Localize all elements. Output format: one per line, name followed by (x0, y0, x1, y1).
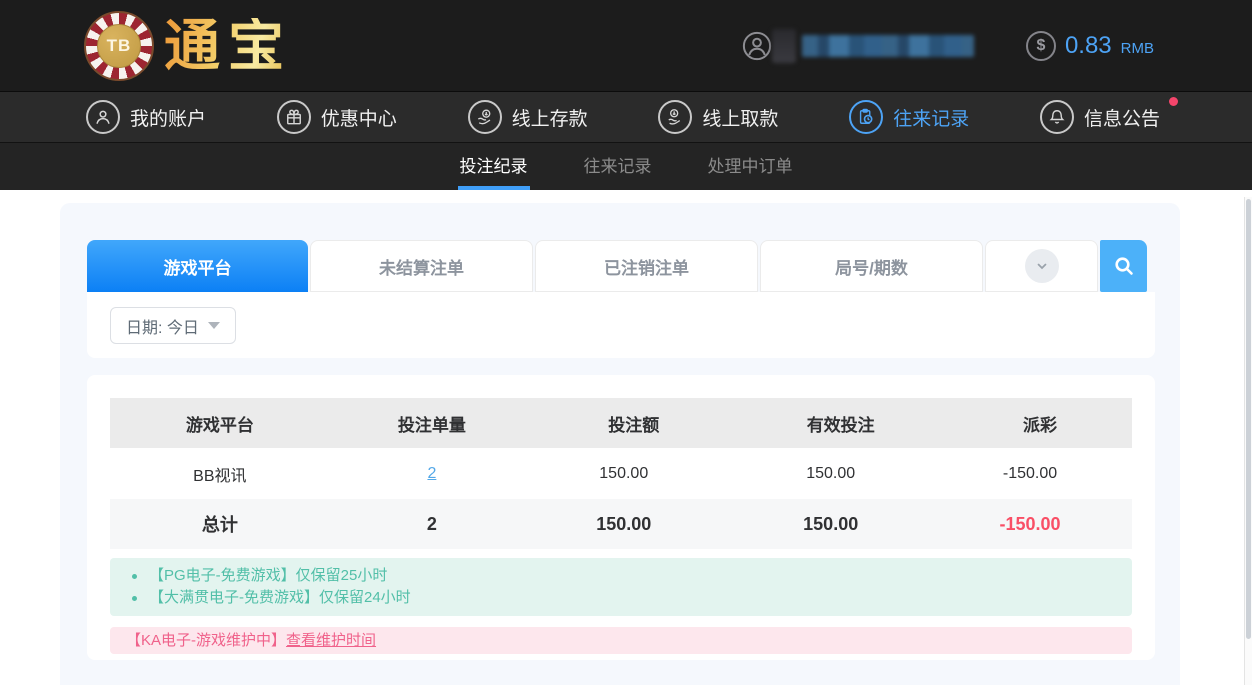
wallet-balance[interactable]: $ 0.83 RMB (1026, 31, 1154, 61)
brand-logo[interactable]: TB 通宝 (84, 11, 292, 81)
account-icon (86, 100, 120, 134)
cell-bet-amount: 150.00 (534, 448, 733, 499)
maintenance-notice-box: 【KA电子-游戏维护中】 查看维护时间 (110, 627, 1132, 654)
scrollbar-thumb[interactable] (1246, 199, 1251, 639)
search-icon (1112, 254, 1136, 278)
maintenance-text: 【KA电子-游戏维护中】 (126, 631, 286, 650)
username-redacted (802, 35, 974, 57)
maintenance-schedule-link[interactable]: 查看维护时间 (286, 631, 376, 650)
dollar-coin-icon: $ (1026, 31, 1056, 61)
bullet-icon (132, 596, 137, 601)
notice-text: 【PG电子-免费游戏】仅保留25小时 (149, 565, 387, 587)
col-header-bet-amount: 投注额 (534, 398, 733, 448)
total-label: 总计 (110, 499, 330, 549)
col-header-platform: 游戏平台 (110, 398, 330, 448)
tab-game-platform[interactable]: 游戏平台 (87, 240, 308, 292)
table-row: BB视讯 2 150.00 150.00 -150.00 (110, 448, 1132, 499)
poker-chip-logo-icon: TB (84, 11, 154, 81)
balance-currency: RMB (1121, 40, 1154, 57)
tab-cancelled-bets[interactable]: 已注销注单 (535, 240, 758, 292)
tab-expand-dropdown[interactable] (985, 240, 1098, 292)
gift-icon (277, 100, 311, 134)
total-payout: -150.00 (948, 499, 1132, 549)
bet-count-link[interactable]: 2 (427, 465, 436, 482)
notice-line: 【大满贯电子-免费游戏】仅保留24小时 (126, 587, 1116, 609)
date-filter-label: 日期: 今日 (126, 314, 199, 338)
top-header: TB 通宝 $ 0.83 RMB (0, 0, 1252, 92)
tab-unsettled-bets[interactable]: 未结算注单 (310, 240, 533, 292)
caret-down-icon (208, 322, 220, 329)
search-button[interactable] (1100, 240, 1147, 292)
logo-monogram: TB (97, 24, 141, 68)
notice-text: 【大满贯电子-免费游戏】仅保留24小时 (149, 587, 411, 609)
chevron-down-icon (1025, 249, 1059, 283)
sub-navigation: 投注纪录 往来记录 处理中订单 (0, 143, 1252, 190)
deposit-hand-coin-icon (468, 100, 502, 134)
nav-label: 线上存款 (512, 104, 588, 131)
col-header-valid-bet: 有效投注 (733, 398, 948, 448)
nav-label: 优惠中心 (321, 104, 397, 131)
withdraw-hand-coin-icon (658, 100, 692, 134)
subnav-transaction-records[interactable]: 往来记录 (582, 143, 654, 190)
user-account[interactable] (742, 29, 974, 63)
filter-panel: 日期: 今日 (87, 292, 1155, 358)
records-clipboard-icon (849, 100, 883, 134)
nav-my-account[interactable]: 我的账户 (86, 100, 206, 134)
total-valid-bet: 150.00 (733, 499, 948, 549)
nav-promotions[interactable]: 优惠中心 (277, 100, 397, 134)
user-icon (742, 31, 772, 61)
cell-payout: -150.00 (948, 448, 1132, 499)
results-card: 游戏平台 投注单量 投注额 有效投注 派彩 BB视讯 2 150.00 150.… (87, 375, 1155, 660)
col-header-bet-count: 投注单量 (330, 398, 534, 448)
cell-valid-bet: 150.00 (733, 448, 948, 499)
bullet-icon (132, 574, 137, 579)
content-card: 游戏平台 未结算注单 已注销注单 局号/期数 (60, 203, 1180, 685)
notification-dot (1169, 97, 1178, 106)
nav-deposit[interactable]: 线上存款 (468, 100, 588, 134)
tab-round-number[interactable]: 局号/期数 (760, 240, 983, 292)
nav-label: 信息公告 (1084, 104, 1160, 131)
nav-label: 我的账户 (130, 104, 206, 131)
redacted-blur (772, 29, 796, 63)
page-body: 游戏平台 未结算注单 已注销注单 局号/期数 (0, 190, 1252, 685)
notice-line: 【PG电子-免费游戏】仅保留25小时 (126, 565, 1116, 587)
total-bet-count: 2 (330, 499, 534, 549)
query-tabs: 游戏平台 未结算注单 已注销注单 局号/期数 (87, 240, 1147, 292)
info-notice-box: 【PG电子-免费游戏】仅保留25小时 【大满贯电子-免费游戏】仅保留24小时 (110, 558, 1132, 616)
nav-label: 往来记录 (893, 104, 969, 131)
cell-platform: BB视讯 (110, 448, 330, 499)
bell-icon (1040, 100, 1074, 134)
balance-amount: 0.83 (1065, 32, 1112, 60)
table-header-row: 游戏平台 投注单量 投注额 有效投注 派彩 (110, 398, 1132, 448)
date-filter-dropdown[interactable]: 日期: 今日 (110, 307, 236, 344)
nav-label: 线上取款 (702, 104, 778, 131)
brand-name: 通宝 (164, 18, 292, 74)
table-total-row: 总计 2 150.00 150.00 -150.00 (110, 499, 1132, 549)
nav-withdraw[interactable]: 线上取款 (658, 100, 778, 134)
total-bet-amount: 150.00 (534, 499, 733, 549)
nav-announcements[interactable]: 信息公告 (1040, 100, 1160, 134)
bet-summary-table: 游戏平台 投注单量 投注额 有效投注 派彩 BB视讯 2 150.00 150.… (110, 398, 1132, 549)
main-navigation: 我的账户 优惠中心 线上存款 线上取款 (0, 92, 1252, 143)
subnav-processing-orders[interactable]: 处理中订单 (706, 143, 795, 190)
cell-bet-count: 2 (330, 448, 534, 499)
subnav-bet-records[interactable]: 投注纪录 (458, 143, 530, 190)
col-header-payout: 派彩 (948, 398, 1132, 448)
page-scrollbar[interactable] (1244, 197, 1252, 685)
nav-transaction-records[interactable]: 往来记录 (849, 100, 969, 134)
